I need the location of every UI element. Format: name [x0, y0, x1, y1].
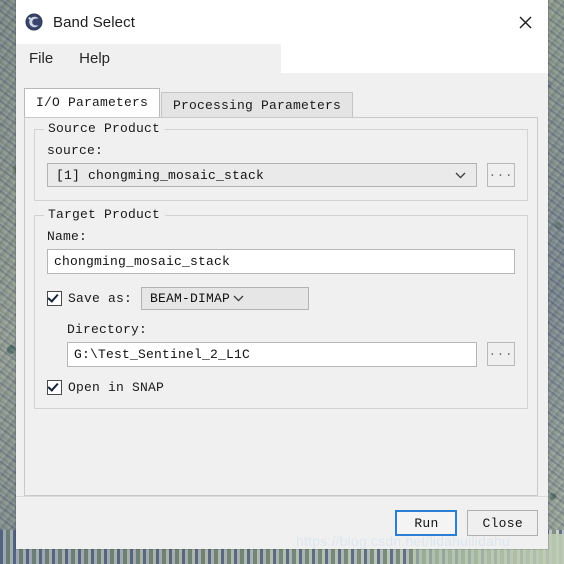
- close-icon[interactable]: [502, 0, 548, 44]
- chevron-down-icon: [230, 295, 247, 302]
- open-in-snap-row: Open in SNAP: [47, 380, 515, 395]
- tab-strip: I/O Parameters Processing Parameters: [24, 88, 538, 119]
- menu-file[interactable]: File: [16, 44, 66, 73]
- source-product-combobox[interactable]: [1] chongming_mosaic_stack: [47, 163, 477, 187]
- target-name-label: Name:: [47, 229, 88, 244]
- save-as-format-value: BEAM-DIMAP: [150, 291, 231, 306]
- run-button[interactable]: Run: [395, 510, 458, 536]
- window-title: Band Select: [53, 13, 135, 31]
- source-product-group-title: Source Product: [44, 121, 166, 136]
- directory-block: Directory: G:\Test_Sentinel_2_L1C ...: [47, 322, 515, 367]
- directory-browse-button[interactable]: ...: [487, 342, 515, 366]
- source-product-body: source: [1] chongming_mosaic_stack ...: [47, 130, 515, 187]
- target-name-input[interactable]: chongming_mosaic_stack: [47, 249, 515, 274]
- save-as-row: Save as: BEAM-DIMAP: [47, 287, 515, 310]
- snap-globe-icon: [25, 13, 43, 31]
- dialog-button-bar: Run Close: [16, 496, 548, 549]
- menu-help[interactable]: Help: [66, 44, 123, 73]
- target-name-row: chongming_mosaic_stack: [47, 249, 515, 274]
- source-label: source:: [47, 143, 104, 158]
- target-product-group: Target Product Name: chongming_mosaic_st…: [34, 207, 528, 409]
- directory-label: Directory:: [67, 322, 148, 337]
- target-product-group-title: Target Product: [44, 207, 166, 222]
- save-as-format-combobox[interactable]: BEAM-DIMAP: [141, 287, 310, 310]
- source-browse-button[interactable]: ...: [487, 163, 515, 187]
- open-in-snap-label: Open in SNAP: [68, 380, 165, 395]
- save-as-label: Save as:: [68, 291, 133, 306]
- tab-processing-parameters[interactable]: Processing Parameters: [161, 92, 354, 119]
- band-select-dialog: Band Select File Help I/O Parameters Pro…: [16, 0, 548, 549]
- tab-io-parameters[interactable]: I/O Parameters: [24, 88, 161, 117]
- title-bar: Band Select: [16, 0, 548, 44]
- tab-panel-io-parameters: Source Product source: [1] chongming_mos…: [24, 117, 538, 496]
- source-product-value: [1] chongming_mosaic_stack: [56, 167, 265, 183]
- chevron-down-icon: [452, 172, 469, 179]
- close-button[interactable]: Close: [467, 510, 538, 536]
- directory-input[interactable]: G:\Test_Sentinel_2_L1C: [67, 342, 477, 367]
- source-row: [1] chongming_mosaic_stack ...: [47, 163, 515, 187]
- save-as-checkbox[interactable]: [47, 291, 62, 306]
- dialog-content: I/O Parameters Processing Parameters Sou…: [16, 73, 548, 549]
- open-in-snap-checkbox[interactable]: [47, 380, 62, 395]
- tabs-container: I/O Parameters Processing Parameters: [16, 73, 548, 119]
- target-product-body: Name: chongming_mosaic_stack Save as: BE…: [47, 216, 515, 395]
- directory-row: G:\Test_Sentinel_2_L1C ...: [67, 342, 515, 367]
- menu-bar: File Help: [16, 44, 548, 73]
- source-product-group: Source Product source: [1] chongming_mos…: [34, 121, 528, 201]
